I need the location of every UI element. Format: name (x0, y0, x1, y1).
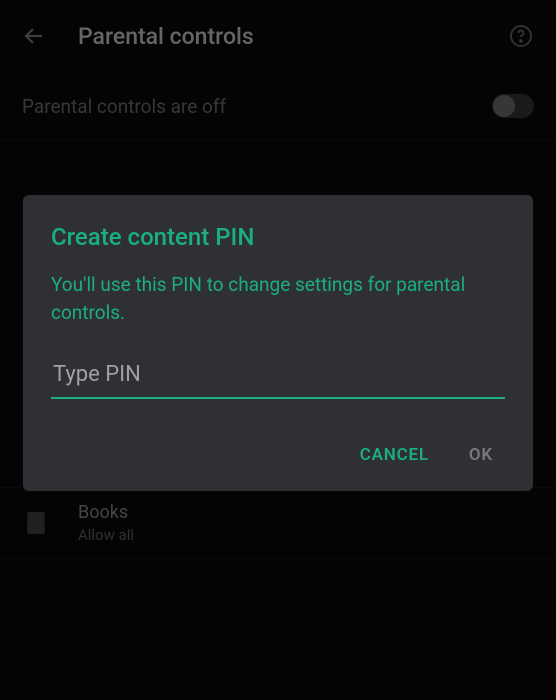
cancel-button[interactable]: Cancel (360, 445, 429, 465)
create-pin-dialog: Create content PIN You'll use this PIN t… (23, 195, 533, 491)
modal-overlay: Create content PIN You'll use this PIN t… (0, 0, 556, 700)
ok-button[interactable]: OK (469, 445, 493, 465)
pin-input[interactable] (51, 356, 505, 399)
dialog-actions: Cancel OK (51, 445, 505, 475)
dialog-title: Create content PIN (51, 223, 505, 251)
dialog-description: You'll use this PIN to change settings f… (51, 271, 505, 326)
